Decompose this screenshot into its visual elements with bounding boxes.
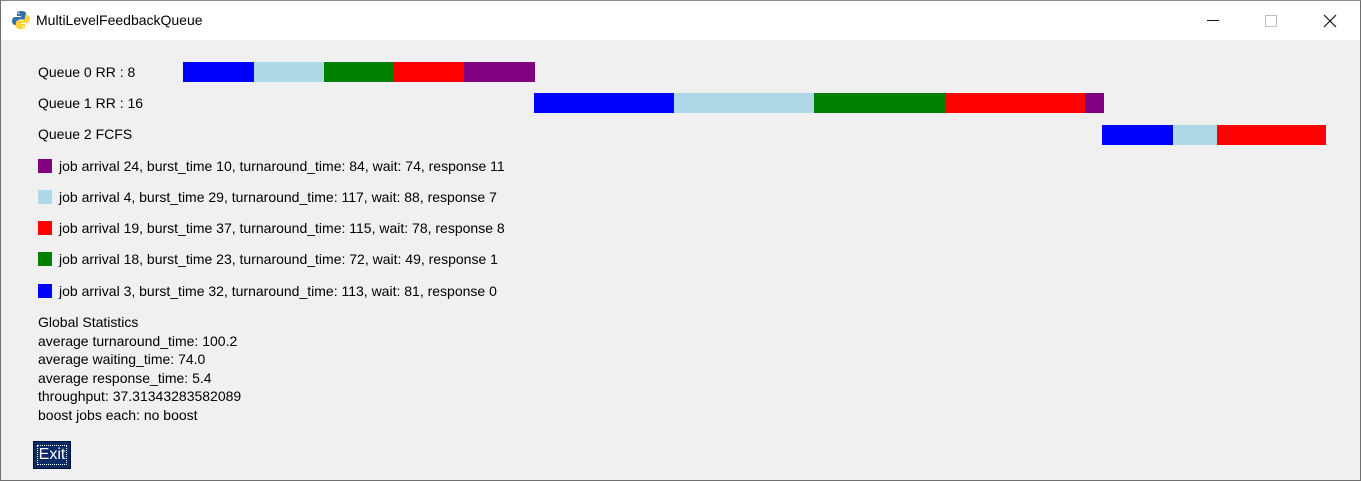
- window-title: MultiLevelFeedbackQueue: [36, 12, 203, 28]
- queue-0-segment-red: [394, 62, 464, 82]
- title-bar[interactable]: MultiLevelFeedbackQueue: [1, 1, 1360, 40]
- maximize-icon: [1265, 14, 1277, 27]
- minimize-button[interactable]: [1184, 1, 1242, 40]
- queue-1-segment-purple: [1085, 93, 1104, 113]
- queue-1-segment-blue: [534, 93, 674, 113]
- legend-item-job-19: job arrival 19, burst_time 37, turnaroun…: [38, 220, 505, 236]
- exit-button-label: Exit: [36, 445, 68, 465]
- python-app-icon: [12, 11, 30, 29]
- close-icon: [1323, 14, 1337, 27]
- close-button[interactable]: [1301, 1, 1359, 40]
- queue-0-segment-lightblue: [254, 62, 324, 82]
- color-swatch: [38, 284, 52, 298]
- queue-1-segment-lightblue: [674, 93, 814, 113]
- legend-text: job arrival 18, burst_time 23, turnaroun…: [59, 251, 498, 267]
- legend-text: job arrival 4, burst_time 29, turnaround…: [59, 189, 497, 205]
- avg-waiting-stat: average waiting_time: 74.0: [38, 351, 206, 367]
- color-swatch: [38, 221, 52, 235]
- minimize-icon: [1207, 20, 1219, 21]
- color-swatch: [38, 190, 52, 204]
- queue-2-segment-red: [1217, 125, 1326, 145]
- legend-item-job-24: job arrival 24, burst_time 10, turnaroun…: [38, 158, 505, 174]
- app-window: MultiLevelFeedbackQueue Queue 0 RR : 8 Q…: [0, 0, 1361, 481]
- exit-button[interactable]: Exit: [33, 441, 71, 469]
- legend-item-job-18: job arrival 18, burst_time 23, turnaroun…: [38, 251, 498, 267]
- queue-2-segment-blue: [1102, 125, 1173, 145]
- queue-1-segment-green: [814, 93, 945, 113]
- queue-0-label: Queue 0 RR : 8: [38, 64, 136, 80]
- queue-2-label: Queue 2 FCFS: [38, 126, 133, 142]
- legend-text: job arrival 3, burst_time 32, turnaround…: [59, 283, 497, 299]
- queue-0-segment-blue: [183, 62, 254, 82]
- queue-1-segment-red: [945, 93, 1085, 113]
- queue-1-label: Queue 1 RR : 16: [38, 95, 144, 111]
- avg-response-stat: average response_time: 5.4: [38, 369, 212, 386]
- queue-0-segment-green: [324, 62, 394, 82]
- boost-stat: boost jobs each: no boost: [38, 406, 198, 423]
- queue-0-segment-purple: [464, 62, 535, 82]
- global-statistics: Global Statistics average turnaround_tim…: [38, 313, 241, 424]
- color-swatch: [38, 159, 52, 173]
- legend-text: job arrival 24, burst_time 10, turnaroun…: [59, 158, 505, 174]
- color-swatch: [38, 252, 52, 266]
- legend-item-job-3: job arrival 3, burst_time 32, turnaround…: [38, 283, 497, 299]
- maximize-button[interactable]: [1242, 1, 1300, 40]
- legend-item-job-4: job arrival 4, burst_time 29, turnaround…: [38, 189, 497, 205]
- avg-turnaround-stat: average turnaround_time: 100.2: [38, 332, 238, 349]
- legend-text: job arrival 19, burst_time 37, turnaroun…: [59, 220, 505, 236]
- throughput-stat: throughput: 37.31343283582089: [38, 388, 242, 404]
- stats-heading: Global Statistics: [38, 314, 139, 330]
- queue-2-segment-lightblue: [1173, 125, 1217, 145]
